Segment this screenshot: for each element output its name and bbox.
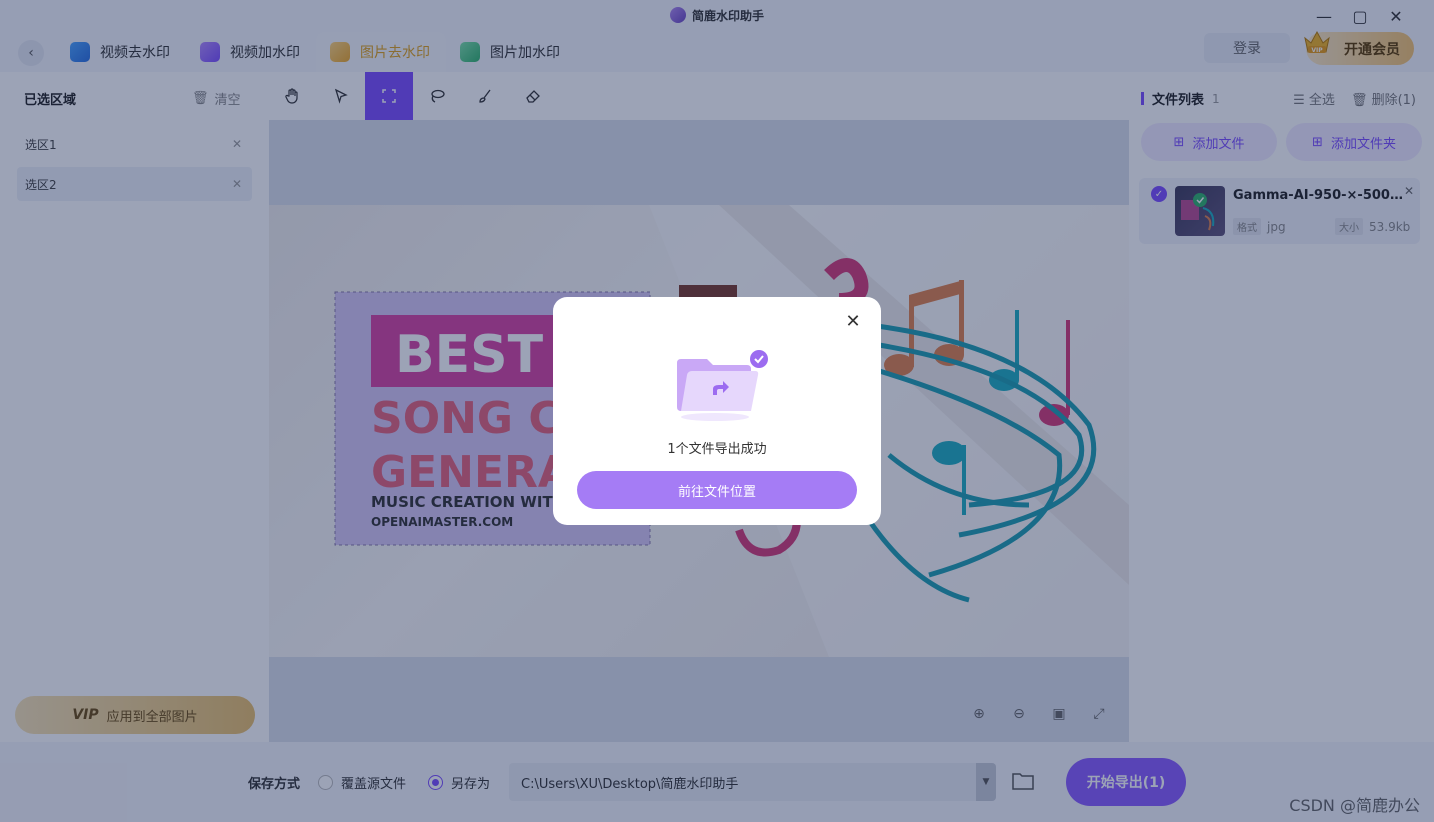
- folder-success-icon: [677, 350, 768, 421]
- close-icon[interactable]: ✕: [843, 311, 863, 332]
- success-message: 1个文件导出成功: [667, 442, 767, 457]
- go-to-file-location-button[interactable]: 前往文件位置: [577, 471, 857, 509]
- export-success-dialog: ✕ 1个文件导出成功 前往文件位置: [553, 297, 881, 525]
